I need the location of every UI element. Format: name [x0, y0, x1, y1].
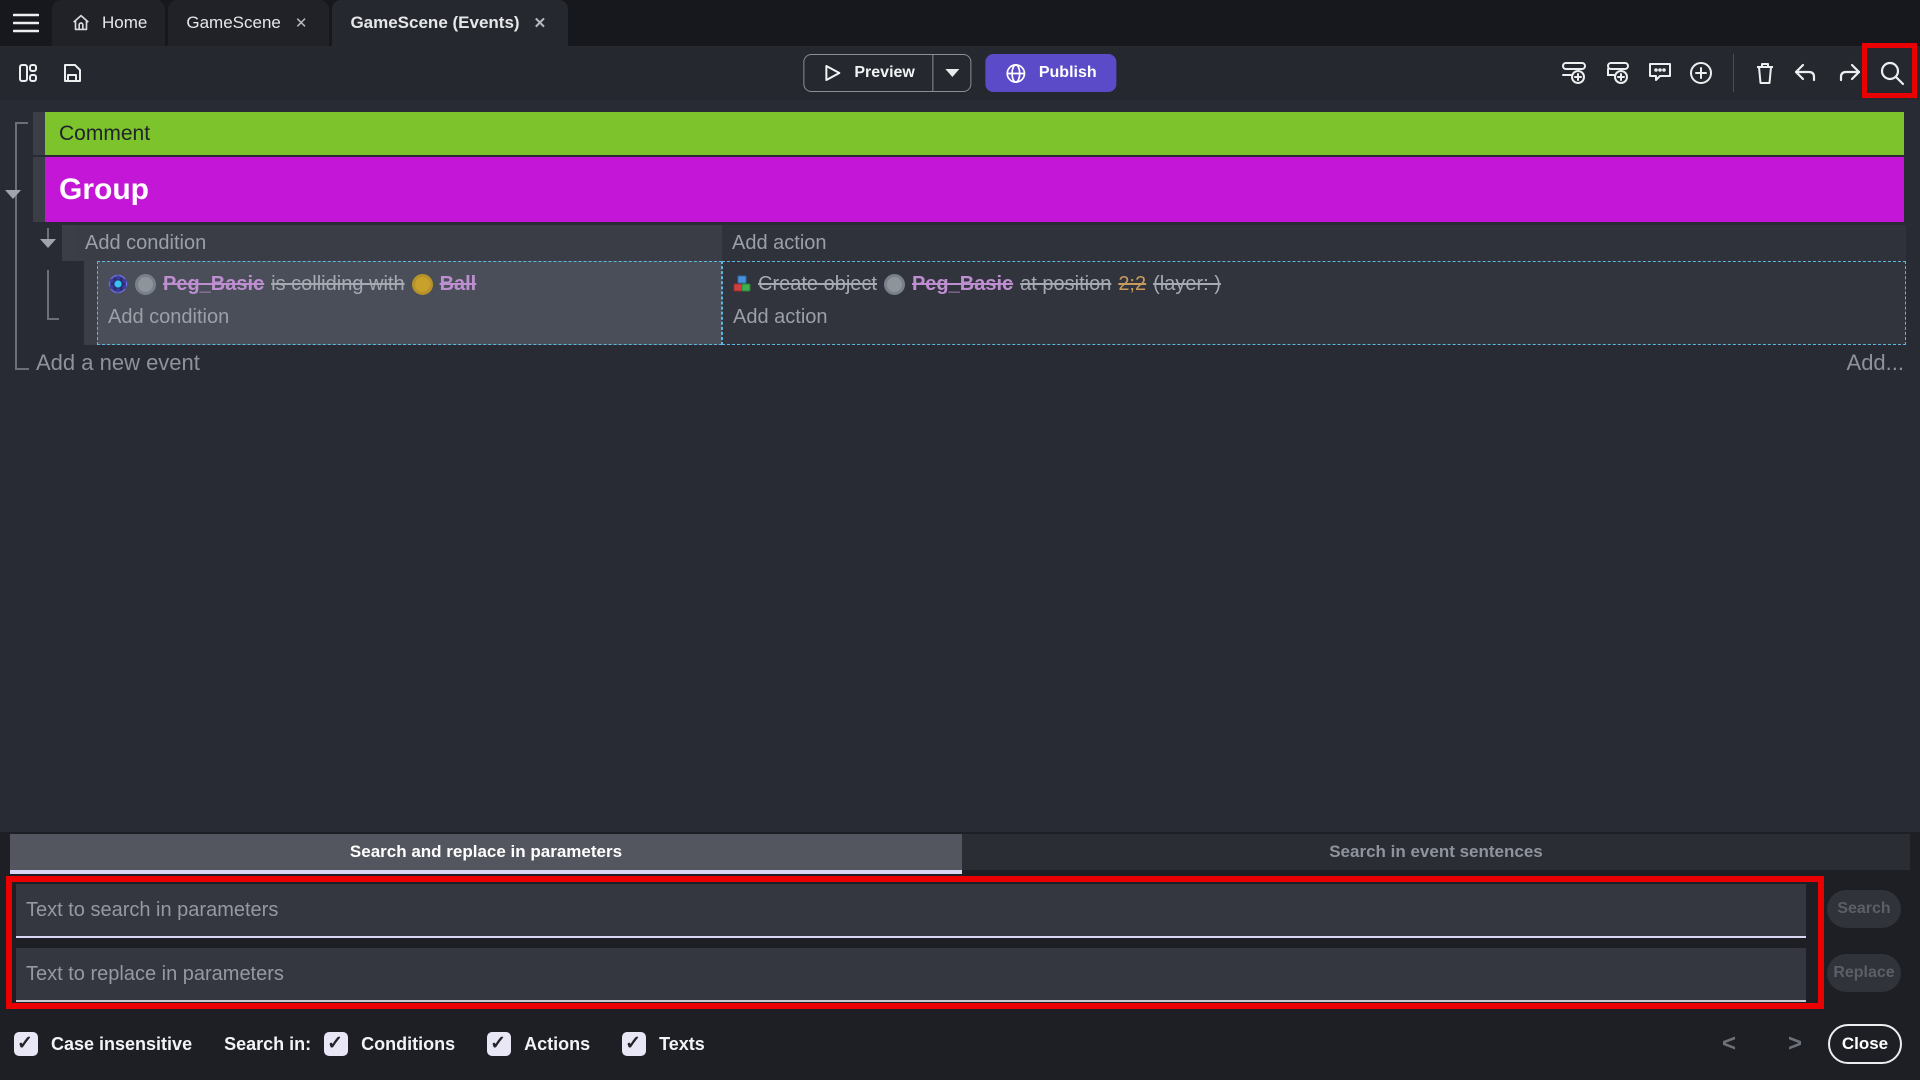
replace-input[interactable]: [16, 948, 1806, 1002]
condition-object2: Ball: [440, 273, 477, 296]
tree-line: [15, 122, 17, 370]
add-subevent-icon[interactable]: [1604, 60, 1632, 86]
preview-button[interactable]: Preview: [804, 55, 932, 91]
action-object: Peg_Basic: [912, 273, 1013, 296]
home-icon: [70, 12, 92, 34]
active-tab-indicator: [10, 870, 962, 874]
globe-icon: [1006, 63, 1027, 84]
tree-line: [47, 318, 59, 320]
preview-label: Preview: [854, 64, 914, 82]
hamburger-menu-icon[interactable]: [0, 0, 52, 46]
comment-text: Comment: [59, 122, 150, 146]
chevron-down-icon: [945, 69, 959, 77]
conditions-label: Conditions: [361, 1034, 455, 1055]
preview-options-button[interactable]: [933, 55, 971, 91]
case-insensitive-label: Case insensitive: [51, 1034, 192, 1055]
comment-event[interactable]: Comment: [45, 112, 1904, 155]
tab-search-replace-parameters[interactable]: Search and replace in parameters: [10, 834, 962, 870]
action-value: 2;2: [1118, 273, 1146, 296]
undo-icon[interactable]: [1792, 60, 1820, 86]
tab-gamescene[interactable]: GameScene ✕: [168, 0, 329, 46]
create-object-icon: [733, 275, 751, 293]
add-action-link[interactable]: Add action: [722, 225, 1906, 261]
add-event-button[interactable]: Add...: [1847, 350, 1904, 376]
object-icon-peg-basic: [884, 274, 905, 295]
group-title: Group: [59, 173, 149, 207]
add-event-icon[interactable]: [1561, 60, 1589, 86]
publish-label: Publish: [1039, 64, 1097, 82]
actions-label: Actions: [524, 1034, 590, 1055]
search-panel: Search and replace in parameters Search …: [0, 832, 1920, 1080]
tab-gamescene-events[interactable]: GameScene (Events) ✕: [332, 0, 568, 46]
tree-line: [15, 122, 28, 124]
tab-label: Home: [102, 13, 147, 33]
search-button[interactable]: Search: [1827, 890, 1901, 928]
search-input[interactable]: [16, 884, 1806, 938]
subevent-conditions-cell[interactable]: Peg_Basic is colliding with Ball Add con…: [97, 261, 722, 345]
subevent-actions-cell[interactable]: Create object Peg_Basic at position 2;2 …: [722, 261, 1906, 345]
action-sentence[interactable]: Create object Peg_Basic at position 2;2 …: [723, 262, 1905, 298]
tab-label: GameScene: [186, 13, 281, 33]
tab-bar: Home GameScene ✕ GameScene (Events) ✕: [0, 0, 1920, 46]
save-icon[interactable]: [60, 61, 84, 85]
toolbar-divider: [1733, 54, 1734, 92]
drag-handle[interactable]: [33, 112, 45, 155]
add-new-event-link[interactable]: Add a new event: [36, 350, 200, 376]
delete-icon[interactable]: [1753, 60, 1777, 86]
add-action-link[interactable]: Add action: [723, 298, 1905, 329]
next-result-icon[interactable]: >: [1788, 1030, 1802, 1058]
drag-handle[interactable]: [33, 157, 45, 222]
group-collapse-icon[interactable]: [5, 190, 21, 199]
tab-label: GameScene (Events): [350, 13, 519, 33]
tab-search-event-sentences[interactable]: Search in event sentences: [962, 834, 1910, 870]
search-in-label: Search in:: [224, 1034, 311, 1055]
collision-icon: [108, 274, 128, 294]
tree-line: [15, 368, 29, 370]
circle-plus-icon[interactable]: [1688, 60, 1714, 86]
event-collapse-icon[interactable]: [40, 239, 56, 248]
add-condition-link[interactable]: Add condition: [98, 298, 721, 329]
close-icon[interactable]: ✕: [291, 12, 312, 34]
actions-checkbox[interactable]: [487, 1032, 511, 1056]
close-button[interactable]: Close: [1828, 1024, 1902, 1064]
drag-handle[interactable]: [62, 225, 75, 261]
search-options-row: Case insensitive Search in: Conditions A…: [14, 1022, 705, 1066]
conditions-checkbox[interactable]: [324, 1032, 348, 1056]
group-event[interactable]: Group: [45, 157, 1904, 222]
action-text3: (layer: ): [1153, 273, 1221, 296]
tree-line: [47, 270, 49, 320]
events-sheet: Comment Group Add condition Add action P…: [0, 100, 1920, 832]
publish-button[interactable]: Publish: [986, 54, 1117, 92]
redo-icon[interactable]: [1835, 60, 1863, 86]
condition-object1: Peg_Basic: [163, 273, 264, 296]
layout-panels-icon[interactable]: [16, 61, 40, 85]
action-text2: at position: [1020, 273, 1111, 296]
events-toolbar: Preview Publish: [0, 46, 1920, 100]
object-icon-peg-basic: [135, 274, 156, 295]
add-condition-link[interactable]: Add condition: [75, 225, 722, 261]
texts-checkbox[interactable]: [622, 1032, 646, 1056]
condition-text: is colliding with: [271, 273, 404, 296]
case-insensitive-checkbox[interactable]: [14, 1032, 38, 1056]
drag-handle[interactable]: [84, 261, 97, 345]
preview-button-group: Preview: [803, 54, 971, 92]
condition-sentence[interactable]: Peg_Basic is colliding with Ball: [98, 262, 721, 298]
play-icon: [822, 63, 842, 83]
texts-label: Texts: [659, 1034, 705, 1055]
tab-home[interactable]: Home: [52, 0, 165, 46]
action-text1: Create object: [758, 273, 877, 296]
previous-result-icon[interactable]: <: [1722, 1030, 1736, 1058]
close-icon[interactable]: ✕: [530, 12, 551, 34]
replace-button[interactable]: Replace: [1827, 954, 1901, 992]
object-icon-ball: [412, 274, 433, 295]
search-icon[interactable]: [1878, 59, 1906, 87]
add-comment-icon[interactable]: [1647, 60, 1673, 86]
